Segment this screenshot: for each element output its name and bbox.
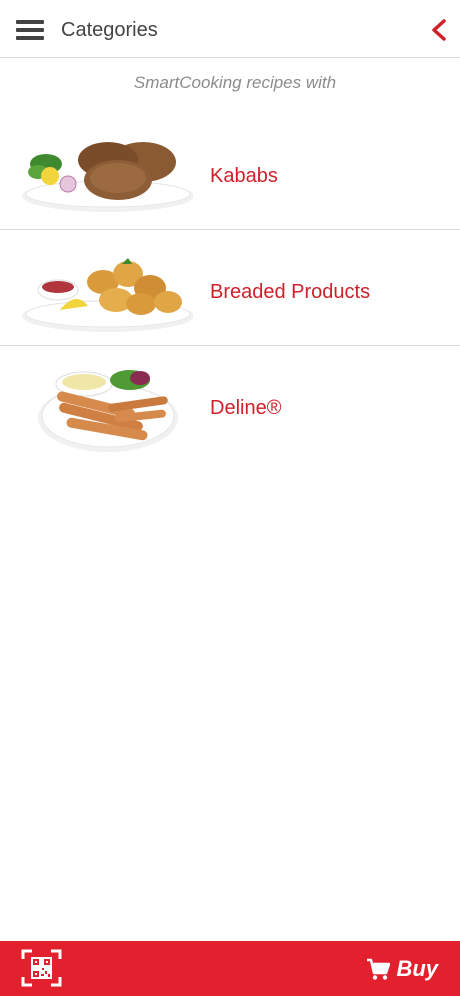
page-title: Categories (61, 19, 158, 41)
shopping-cart-icon (367, 958, 391, 980)
category-item-breaded-products[interactable]: Breaded Products (0, 230, 460, 346)
hamburger-menu-icon[interactable] (16, 20, 44, 42)
buy-label: Buy (396, 956, 438, 981)
category-label: Kababs (210, 165, 278, 187)
bottom-action-bar: Buy (0, 941, 460, 996)
category-label: Breaded Products (210, 281, 371, 303)
buy-button[interactable]: Buy (366, 954, 438, 984)
category-label: Deline® (210, 397, 282, 419)
section-subtitle: SmartCooking recipes with (133, 73, 337, 92)
app-header: Categories (0, 0, 460, 58)
category-item-kababs[interactable]: Kababs (0, 114, 460, 230)
breaded-products-plate-image (22, 258, 193, 332)
deline-sausages-plate-image (38, 370, 178, 452)
chevron-left-icon[interactable] (428, 18, 450, 42)
category-item-deline[interactable]: Deline® (0, 346, 460, 462)
kababs-plate-image (22, 142, 193, 212)
qr-code-scan-icon[interactable] (21, 949, 62, 987)
